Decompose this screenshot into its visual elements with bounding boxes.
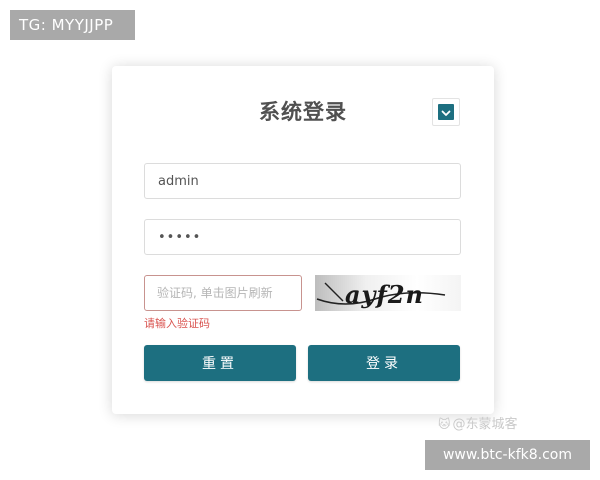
username-input[interactable]: [144, 163, 461, 199]
page: TG: MYYJJPP 系统登录 ayf2n: [0, 0, 600, 480]
login-button[interactable]: 登录: [308, 345, 460, 381]
captcha-text: ayf2n: [345, 280, 424, 309]
cat-icon: 🐱: [438, 417, 451, 431]
password-input[interactable]: [144, 219, 461, 255]
author-watermark: 🐱 @东蒙城客: [438, 413, 518, 432]
captcha-input[interactable]: [144, 275, 302, 311]
url-watermark: www.btc-kfk8.com: [425, 440, 590, 470]
author-name: @东蒙城客: [452, 417, 518, 432]
language-dropdown-button[interactable]: [432, 98, 460, 126]
captcha-image[interactable]: ayf2n: [315, 275, 461, 311]
reset-button[interactable]: 重置: [144, 345, 296, 381]
tg-watermark: TG: MYYJJPP: [10, 10, 135, 40]
captcha-error-message: 请输入验证码: [144, 317, 210, 330]
chevron-down-icon: [441, 110, 451, 116]
login-card: 系统登录 ayf2n 请输入验证码: [112, 66, 494, 414]
